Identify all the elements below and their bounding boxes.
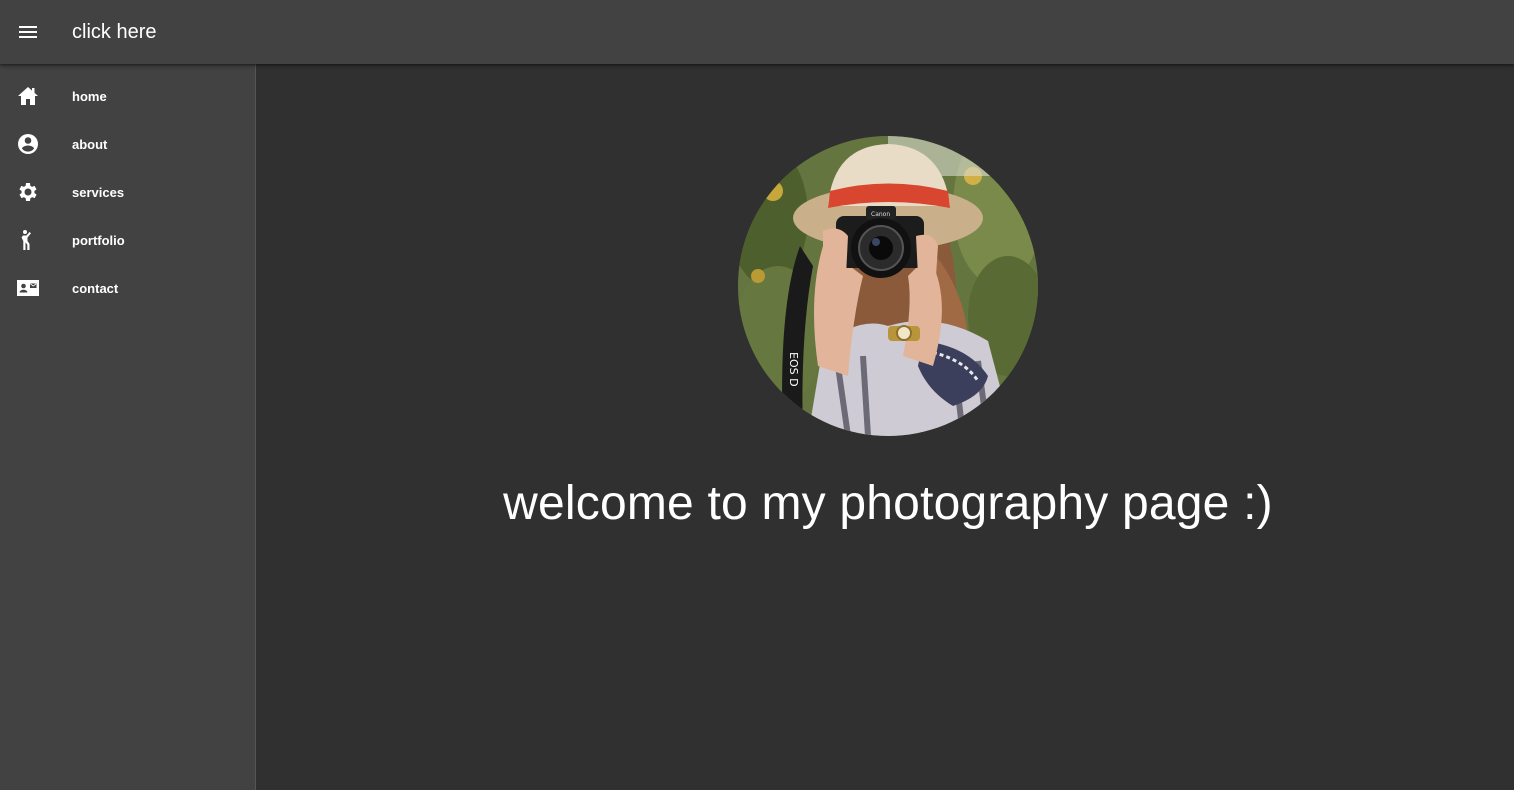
sidebar-item-contact[interactable]: contact xyxy=(0,264,255,312)
sidebar-item-label: contact xyxy=(72,280,119,296)
svg-text:Canon: Canon xyxy=(871,211,890,218)
sidebar-item-portfolio[interactable]: portfolio xyxy=(0,216,255,264)
app-bar: click here xyxy=(0,0,1514,64)
sidebar-item-label: about xyxy=(72,136,108,152)
sidebar-item-label: services xyxy=(72,184,125,200)
sidebar-item-label: portfolio xyxy=(72,232,125,248)
sidebar-item-services[interactable]: services xyxy=(0,168,255,216)
sidebar-item-home[interactable]: home xyxy=(0,72,255,120)
profile-photo: EOS D Canon xyxy=(738,136,1038,436)
svg-text:EOS D: EOS D xyxy=(787,352,800,387)
home-icon xyxy=(18,87,38,105)
gear-icon xyxy=(19,183,37,201)
sidebar: home about services portfolio contact xyxy=(0,64,256,790)
sidebar-item-about[interactable]: about xyxy=(0,120,255,168)
main-content: EOS D Canon welcome to my photography pa… xyxy=(256,64,1514,790)
contact-card-icon xyxy=(17,280,39,296)
app-bar-title[interactable]: click here xyxy=(72,21,156,44)
menu-button[interactable] xyxy=(0,0,56,64)
photographer-photo-illustration: EOS D Canon xyxy=(738,136,1038,436)
account-circle-icon xyxy=(18,134,38,154)
hamburger-menu-icon xyxy=(19,26,37,38)
person-pose-icon xyxy=(21,230,31,250)
sidebar-item-label: home xyxy=(72,88,107,104)
welcome-heading: welcome to my photography page :) xyxy=(503,477,1273,530)
